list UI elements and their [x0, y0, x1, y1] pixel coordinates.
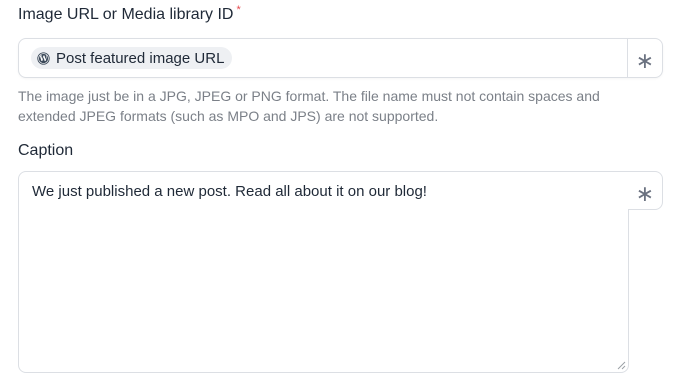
asterisk-icon: ∗: [635, 48, 655, 73]
caption-dynamic-data-button[interactable]: ∗: [628, 171, 663, 210]
chip-label: Post featured image URL: [56, 49, 225, 67]
image-url-field[interactable]: W Post featured image URL ∗: [18, 38, 663, 78]
caption-label: Caption: [18, 142, 74, 159]
resize-handle-icon[interactable]: [616, 360, 626, 370]
wordpress-icon: W: [37, 51, 50, 65]
post-featured-image-chip[interactable]: W Post featured image URL: [31, 47, 233, 69]
image-dynamic-data-button[interactable]: ∗: [627, 39, 662, 77]
image-url-label: Image URL or Media library ID *: [18, 4, 241, 24]
image-url-label-text: Image URL or Media library ID: [18, 6, 234, 23]
svg-text:W: W: [38, 54, 48, 63]
image-help-text: The image just be in a JPG, JPEG or PNG …: [18, 88, 600, 124]
caption-text: We just published a new post. Read all a…: [32, 183, 427, 200]
required-marker: *: [236, 4, 241, 16]
caption-textarea[interactable]: We just published a new post. Read all a…: [18, 171, 629, 373]
image-url-input[interactable]: W Post featured image URL: [19, 39, 628, 77]
asterisk-icon: ∗: [635, 180, 655, 206]
